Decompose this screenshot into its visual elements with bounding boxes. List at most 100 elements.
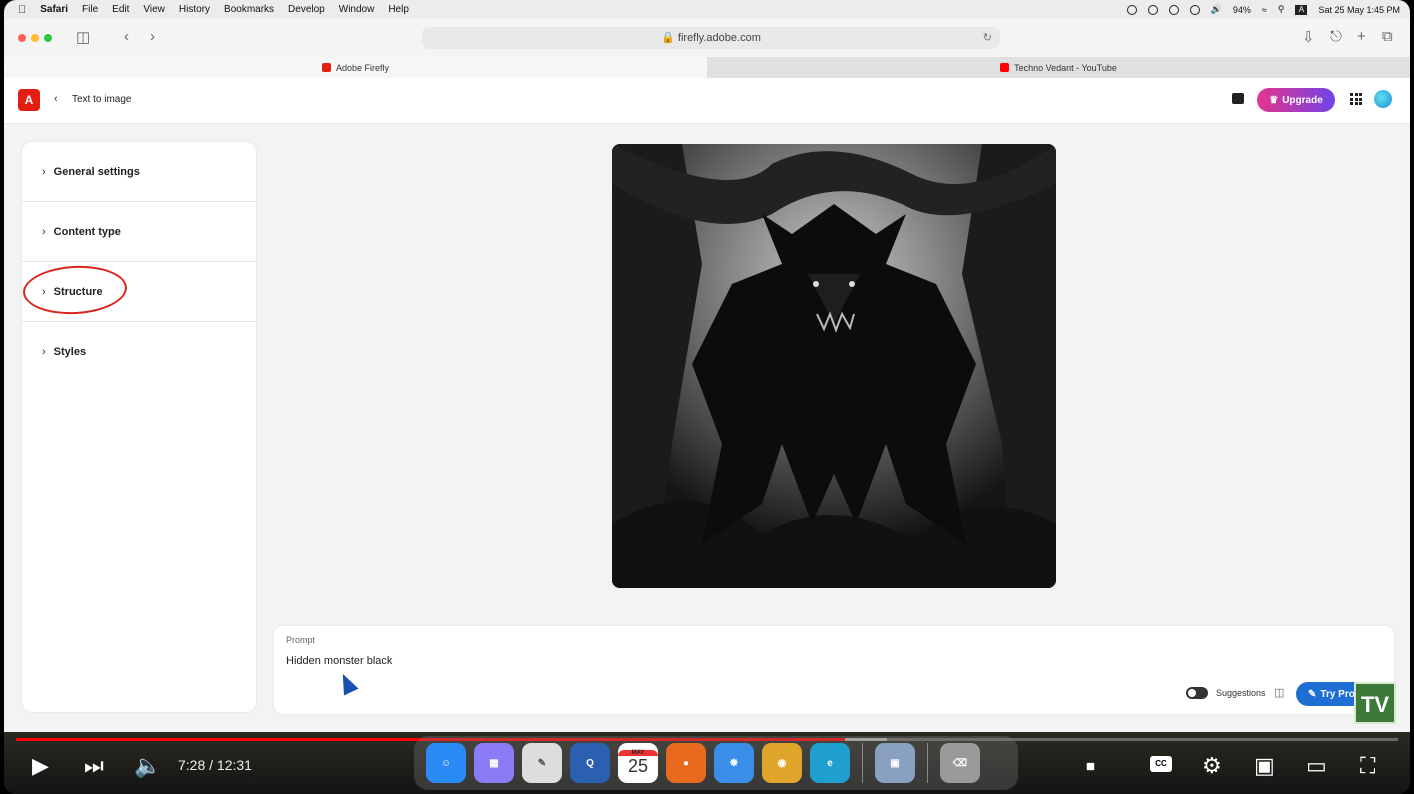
tab-label: Techno Vedant - YouTube (1014, 62, 1117, 73)
airplay-icon[interactable] (1189, 4, 1200, 15)
forward-nav-icon[interactable]: › (150, 28, 155, 45)
tab-label: Adobe Firefly (335, 62, 390, 73)
firefly-app: A ‹ Text to image ♛ Upgrade › General se… (4, 78, 1410, 732)
chevron-right-icon: › (42, 225, 46, 238)
prompt-box: Prompt Hidden monster black Suggestions … (274, 626, 1394, 714)
volume-icon[interactable]: 🔈 (134, 754, 161, 778)
back-nav-icon[interactable]: ‹ (124, 28, 129, 45)
battery-level: 94% (1232, 4, 1251, 15)
lock-icon: 🔒 (661, 32, 675, 44)
menu-window[interactable]: Window (339, 4, 375, 15)
timer-icon[interactable] (1147, 4, 1158, 15)
edge-icon[interactable]: e (810, 743, 850, 783)
upgrade-label: Upgrade (1282, 94, 1323, 106)
zoom-window-button[interactable] (44, 34, 52, 42)
video-frame:  Safari File Edit View History Bookmark… (4, 0, 1410, 794)
accordion-styles[interactable]: › Styles (22, 322, 256, 382)
trash-icon[interactable]: ⌫ (940, 743, 980, 783)
search-icon[interactable]: ⚲ (1278, 4, 1285, 15)
accordion-content-type[interactable]: › Content type (22, 202, 256, 262)
theater-mode-icon[interactable]: ▭ (1306, 754, 1327, 778)
sidebar-toggle-icon[interactable]: ◫ (76, 28, 90, 46)
address-bar[interactable]: 🔒 firefly.adobe.com ↻ (422, 27, 1000, 49)
prompt-label: Prompt (286, 635, 316, 645)
menu-history[interactable]: History (179, 4, 210, 15)
chrome-icon[interactable]: ◉ (762, 743, 802, 783)
youtube-favicon-icon (1000, 63, 1010, 72)
reload-icon[interactable]: ↻ (983, 27, 992, 49)
tab-bar: Adobe Firefly Techno Vedant - YouTube (4, 57, 1410, 78)
menu-file[interactable]: File (82, 4, 98, 15)
quicktime-icon[interactable]: Q (570, 743, 610, 783)
menu-edit[interactable]: Edit (112, 4, 129, 15)
captions-icon[interactable]: CC (1150, 756, 1172, 772)
dock-separator (927, 743, 928, 783)
address-url: firefly.adobe.com (677, 32, 761, 44)
feedback-icon[interactable] (1232, 93, 1244, 104)
accordion-general-settings[interactable]: › General settings (22, 142, 256, 202)
record-icon[interactable] (1126, 4, 1137, 15)
autoplay-toggle-icon[interactable]: ⏹ (1086, 754, 1095, 778)
accordion-label: General settings (53, 165, 140, 178)
try-prompt-label: Try Pror (1320, 688, 1359, 700)
download-icon[interactable]: ⇩ (1302, 28, 1315, 46)
youtube-player-controls: ▶ ⏭ 🔈 7:28 / 12:31 ☺ ▦ ✎ Q MAY 25 ● ❋ ◉ … (4, 732, 1410, 794)
chevron-right-icon: › (42, 346, 46, 358)
monster-illustration (612, 144, 1056, 588)
tab-youtube[interactable]: Techno Vedant - YouTube (707, 57, 1410, 78)
chevron-right-icon: › (42, 165, 46, 178)
apple-icon[interactable]:  (18, 4, 26, 16)
suggestions-toggle[interactable] (1186, 687, 1208, 699)
play-icon[interactable]: ▶ (32, 754, 49, 778)
datetime[interactable]: Sat 25 May 1:45 PM (1318, 5, 1400, 15)
generated-image[interactable] (612, 144, 1056, 588)
adobe-logo-icon[interactable]: A (18, 89, 40, 111)
launchpad-icon[interactable]: ▦ (474, 743, 514, 783)
preview-icon[interactable]: ▣ (875, 743, 915, 783)
input-source-icon[interactable]: A (1295, 4, 1308, 15)
close-window-button[interactable] (18, 34, 26, 42)
wifi-icon[interactable]: ≈ (1262, 5, 1267, 15)
notes-icon[interactable]: ✎ (522, 743, 562, 783)
accordion-label: Content type (53, 225, 121, 238)
browser-toolbar: ◫ ‹ › 🔒 firefly.adobe.com ↻ ⇩ ⎋ + ⧉ (4, 19, 1410, 57)
adobe-favicon-icon (321, 63, 331, 72)
apps-grid-icon[interactable] (1350, 93, 1362, 105)
calendar-day: 25 (627, 755, 649, 776)
menu-develop[interactable]: Develop (288, 4, 325, 15)
dock-separator (862, 743, 863, 783)
menu-view[interactable]: View (143, 4, 165, 15)
mac-menu-bar:  Safari File Edit View History Bookmark… (4, 0, 1410, 19)
suggestions-label: Suggestions (1216, 688, 1266, 698)
tab-adobe-firefly[interactable]: Adobe Firefly (4, 57, 707, 78)
share-icon[interactable]: ⎋ (1330, 28, 1342, 45)
menu-bookmarks[interactable]: Bookmarks (224, 4, 274, 15)
menu-help[interactable]: Help (388, 4, 409, 15)
next-icon[interactable]: ⏭ (84, 754, 104, 778)
menu-status-area: 🔊 94% ≈ ⚲ A Sat 25 May 1:45 PM (1126, 0, 1400, 19)
minimize-window-button[interactable] (31, 34, 39, 42)
settings-gear-icon[interactable]: ⚙ (1202, 754, 1222, 778)
miniplayer-icon[interactable]: ▣ (1254, 754, 1275, 778)
edit-icon: ✎ (1308, 688, 1317, 700)
channel-watermark: TV (1354, 682, 1396, 724)
avatar[interactable] (1374, 90, 1392, 108)
calendar-icon[interactable]: MAY 25 (618, 743, 658, 783)
volume-icon[interactable]: 🔊 (1211, 4, 1222, 15)
app-header: A ‹ Text to image ♛ Upgrade (4, 78, 1410, 124)
prompt-input[interactable]: Hidden monster black (286, 655, 392, 667)
crown-icon: ♛ (1269, 94, 1279, 106)
safari-icon[interactable]: ❋ (714, 743, 754, 783)
suggestions-info-icon[interactable]: ◫ (1274, 686, 1284, 699)
menu-app-name[interactable]: Safari (40, 4, 68, 15)
firefox-icon[interactable]: ● (666, 743, 706, 783)
back-chevron-icon[interactable]: ‹ (54, 93, 58, 105)
tab-overview-icon[interactable]: ⧉ (1382, 28, 1393, 45)
new-tab-icon[interactable]: + (1357, 28, 1366, 45)
finder-icon[interactable]: ☺ (426, 743, 466, 783)
screen-icon[interactable] (1168, 4, 1179, 15)
upgrade-button[interactable]: ♛ Upgrade (1257, 88, 1335, 112)
breadcrumb[interactable]: Text to image (72, 94, 131, 105)
fullscreen-icon[interactable]: ⛶ (1360, 754, 1375, 778)
settings-panel: › General settings › Content type › Stru… (21, 142, 256, 712)
